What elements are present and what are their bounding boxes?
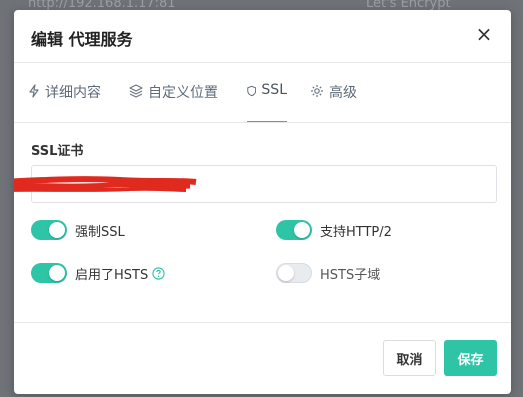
dialog-header: 编辑 代理服务 × bbox=[14, 10, 511, 63]
hsts-toggle[interactable] bbox=[31, 263, 67, 283]
force-ssl-label: 强制SSL bbox=[75, 224, 125, 240]
hsts-label: 启用了HSTS bbox=[75, 267, 149, 283]
tab-custom-locations-label: 自定义位置 bbox=[148, 85, 218, 101]
gear-icon bbox=[311, 85, 323, 97]
force-ssl-toggle-row[interactable]: 强制SSL bbox=[31, 220, 125, 240]
tab-details[interactable]: 详细内容 bbox=[28, 82, 101, 122]
tab-ssl[interactable]: SSL bbox=[247, 82, 287, 122]
hsts-subdomains-toggle[interactable] bbox=[276, 263, 312, 283]
ssl-cert-label: SSL证书 bbox=[31, 144, 84, 159]
http2-toggle[interactable] bbox=[276, 220, 312, 240]
tab-advanced[interactable]: 高级 bbox=[310, 82, 357, 122]
hsts-toggle-row[interactable]: 启用了HSTS bbox=[31, 263, 165, 283]
tab-advanced-label: 高级 bbox=[329, 85, 357, 101]
bolt-icon bbox=[29, 84, 39, 98]
redaction-scribble bbox=[14, 176, 197, 192]
shield-icon bbox=[247, 85, 257, 97]
tab-bar: 详细内容 自定义位置 SSL 高级 bbox=[14, 62, 511, 123]
cancel-button[interactable]: 取消 bbox=[383, 340, 436, 376]
http2-toggle-row[interactable]: 支持HTTP/2 bbox=[276, 220, 392, 240]
tab-ssl-label: SSL bbox=[261, 82, 287, 98]
save-button[interactable]: 保存 bbox=[444, 340, 497, 376]
layers-icon bbox=[129, 84, 143, 98]
dialog-title: 编辑 代理服务 bbox=[31, 30, 133, 49]
dialog-footer: 取消 保存 bbox=[14, 322, 511, 394]
edit-proxy-dialog: 编辑 代理服务 × 详细内容 自定义位置 SSL 高级 SSL证书 强制SSL … bbox=[14, 10, 511, 394]
http2-label: 支持HTTP/2 bbox=[320, 224, 392, 240]
help-icon[interactable] bbox=[152, 266, 165, 280]
tab-details-label: 详细内容 bbox=[45, 85, 101, 101]
close-button[interactable]: × bbox=[475, 22, 493, 46]
tab-custom-locations[interactable]: 自定义位置 bbox=[129, 82, 218, 122]
force-ssl-toggle[interactable] bbox=[31, 220, 67, 240]
hsts-subdomains-toggle-row[interactable]: HSTS子域 bbox=[276, 263, 380, 283]
hsts-subdomains-label: HSTS子域 bbox=[320, 267, 381, 283]
close-icon: × bbox=[475, 22, 493, 46]
